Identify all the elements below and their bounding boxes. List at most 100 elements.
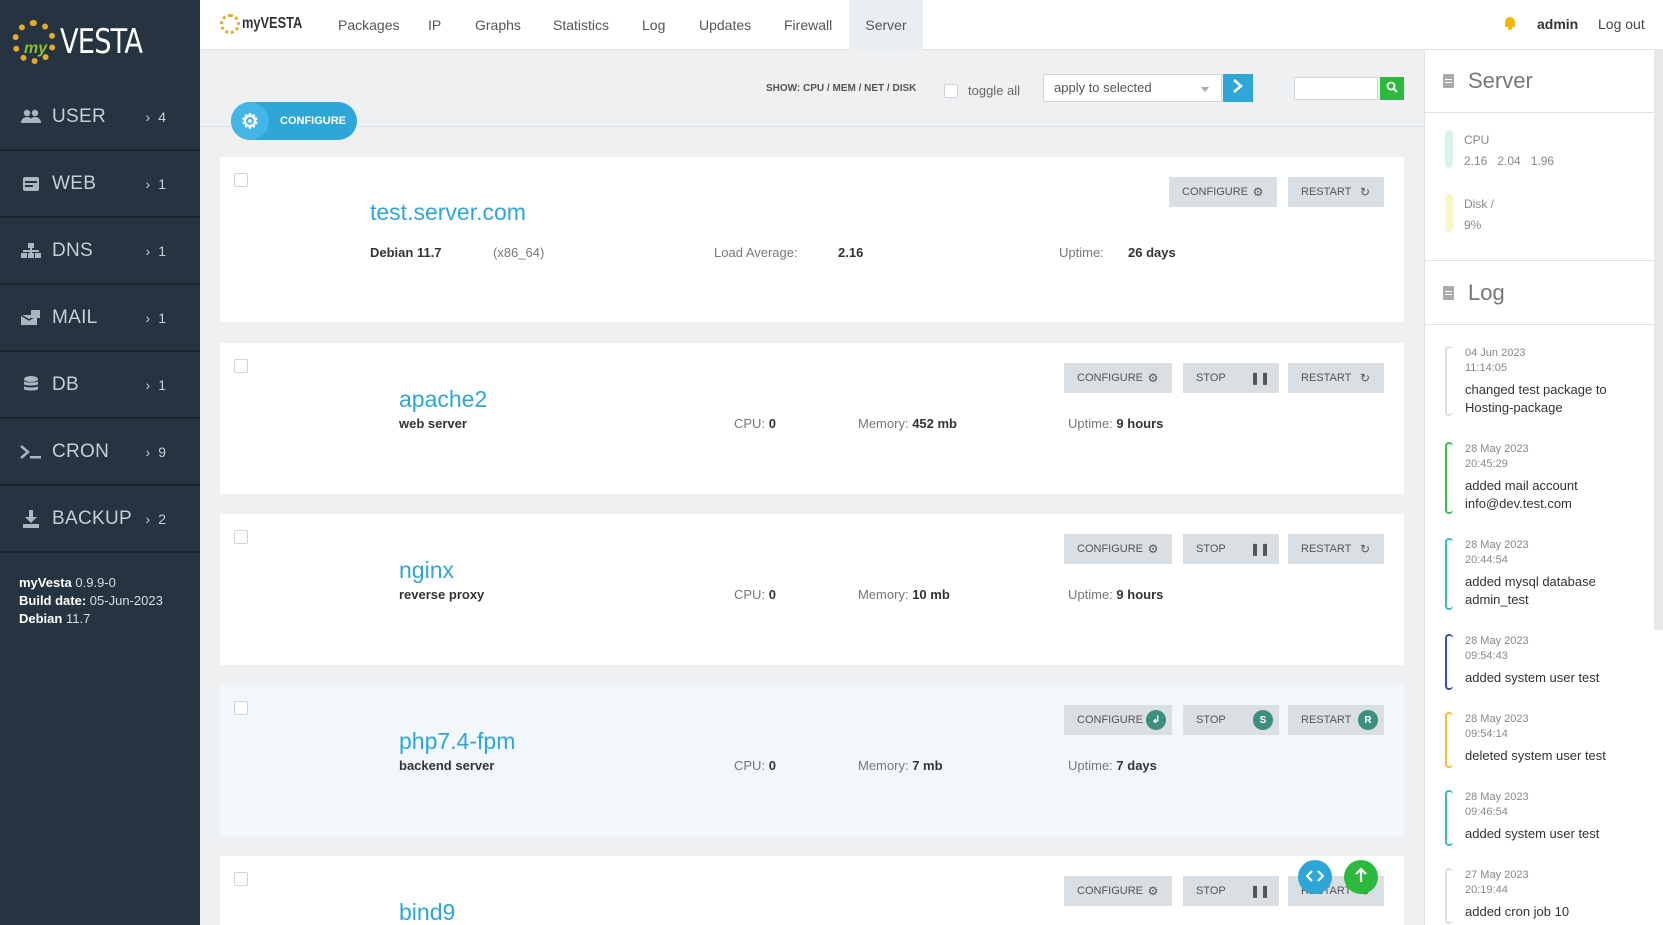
search-button[interactable] — [1380, 77, 1404, 100]
toggle-all-label: toggle all — [968, 83, 1021, 98]
log-entry: 04 Jun 2023 11:14:05 changed test packag… — [1445, 346, 1635, 417]
service-name[interactable]: apache2 — [399, 386, 487, 413]
logo-ring-icon — [220, 14, 240, 34]
log-text: changed test package to Hosting-package — [1465, 382, 1607, 415]
row-checkbox[interactable] — [234, 173, 248, 187]
restart-button[interactable]: RESTART R — [1288, 705, 1384, 735]
show-options[interactable]: SHOW: CPU / MEM / NET / DISK — [766, 83, 916, 94]
server-hostname[interactable]: test.server.com — [370, 199, 526, 226]
configure-button[interactable]: CONFIGURE ↲ — [1064, 705, 1172, 735]
restart-button[interactable]: RESTART ↻ — [1288, 177, 1384, 207]
right-panel: Server CPU 2.16 2.04 1.96 Disk / 9% Log … — [1424, 50, 1663, 925]
row-checkbox[interactable] — [234, 872, 248, 886]
log-text: added system user test — [1465, 670, 1600, 685]
user-name[interactable]: admin — [1537, 16, 1578, 32]
service-card-nginx: nginx reverse proxy CPU: 0 Memory: 10 mb… — [220, 514, 1404, 665]
log-text: added mail account info@dev.test.com — [1465, 478, 1578, 511]
row-checkbox[interactable] — [234, 701, 248, 715]
tab-statistics[interactable]: Statistics — [553, 0, 609, 50]
sidebar-item-web[interactable]: WEB 1 — [0, 151, 200, 218]
restart-button[interactable]: RESTART↻ — [1288, 534, 1384, 564]
right-panel-scrollbar[interactable] — [1654, 50, 1663, 630]
arrow-up-icon — [1354, 866, 1368, 888]
service-memory: Memory: 10 mb — [858, 587, 950, 602]
stop-button[interactable]: STOP S — [1183, 705, 1279, 735]
row-checkbox[interactable] — [234, 530, 248, 544]
divider — [1425, 260, 1655, 261]
service-desc: reverse proxy — [399, 587, 485, 602]
brand-logo[interactable]: my VESTA — [0, 0, 200, 84]
scroll-top-button[interactable] — [1344, 860, 1378, 894]
sidebar-label: DB — [52, 373, 79, 395]
log-date: 27 May 2023 — [1465, 869, 1529, 881]
document-icon — [1443, 286, 1454, 300]
sidebar-label: WEB — [52, 172, 97, 194]
top-logo[interactable]: myVESTA — [220, 14, 317, 34]
log-entry: 28 May 2023 20:45:29 added mail account … — [1445, 442, 1635, 514]
tab-firewall[interactable]: Firewall — [784, 0, 832, 50]
service-name[interactable]: bind9 — [399, 899, 455, 925]
configure-button[interactable]: CONFIGURE ⚙ — [1064, 876, 1172, 906]
bulk-action-select[interactable]: apply to selected — [1043, 74, 1222, 102]
gear-icon: ⚙ — [1147, 542, 1159, 556]
tab-packages[interactable]: Packages — [338, 0, 399, 50]
service-card-bind9: bind9 CONFIGURE⚙ STOP❚❚ RESTART↻ — [220, 856, 1404, 925]
service-name[interactable]: nginx — [399, 557, 454, 584]
divider — [1425, 324, 1655, 325]
bell-icon[interactable] — [1504, 16, 1516, 30]
toggle-all[interactable]: toggle all — [944, 83, 1020, 98]
sidebar-count: 2 — [146, 511, 166, 527]
tab-server[interactable]: Server — [849, 0, 923, 50]
tab-updates[interactable]: Updates — [699, 0, 751, 50]
pause-icon: ❚❚ — [1249, 371, 1271, 385]
tab-ip[interactable]: IP — [428, 0, 441, 50]
sidebar-item-mail[interactable]: MAIL 1 — [0, 285, 200, 352]
tab-log[interactable]: Log — [642, 0, 665, 50]
download-icon — [20, 509, 42, 528]
cpu-bar — [1445, 130, 1453, 168]
service-name[interactable]: php7.4-fpm — [399, 728, 515, 755]
configure-button[interactable]: CONFIGURE ⚙ — [1064, 534, 1172, 564]
configure-button[interactable]: CONFIGURE ⚙ — [1064, 363, 1172, 393]
log-date: 28 May 2023 — [1465, 539, 1529, 551]
sidebar-item-dns[interactable]: DNS 1 — [0, 218, 200, 285]
service-card-php-fpm: php7.4-fpm backend server CPU: 0 Memory:… — [220, 685, 1404, 836]
log-date: 04 Jun 2023 — [1465, 347, 1526, 359]
sidebar-item-backup[interactable]: BACKUP 2 — [0, 486, 200, 553]
dns-icon — [20, 242, 42, 260]
log-time: 09:54:14 — [1465, 728, 1508, 740]
sidebar-item-cron[interactable]: CRON 9 — [0, 419, 200, 486]
apply-button[interactable] — [1223, 74, 1253, 102]
pause-icon: ❚❚ — [1249, 542, 1271, 556]
log-time: 11:14:05 — [1465, 362, 1508, 374]
log-entry: 27 May 2023 20:19:44 added cron job 10 — [1445, 868, 1635, 924]
stop-button[interactable]: STOP ❚❚ — [1183, 363, 1279, 393]
sidebar-label: CRON — [52, 440, 110, 462]
log-entry: 28 May 2023 09:46:54 added system user t… — [1445, 790, 1635, 846]
row-checkbox[interactable] — [234, 359, 248, 373]
stop-button[interactable]: STOP ❚❚ — [1183, 534, 1279, 564]
log-marker — [1445, 868, 1453, 924]
gear-icon: ⚙ — [1147, 884, 1159, 898]
service-memory: Memory: 452 mb — [858, 416, 957, 431]
logout-link[interactable]: Log out — [1598, 16, 1645, 32]
refresh-icon: ↻ — [1359, 542, 1371, 556]
restart-button[interactable]: RESTART↻ — [1288, 363, 1384, 393]
configure-button[interactable]: CONFIGURE ⚙ — [1169, 177, 1277, 207]
tab-graphs[interactable]: Graphs — [475, 0, 521, 50]
service-uptime: Uptime: 7 days — [1068, 758, 1157, 773]
sidebar-count: 1 — [146, 243, 166, 259]
sidebar-item-db[interactable]: DB 1 — [0, 352, 200, 419]
configure-server-button[interactable]: ⚙ CONFIGURE — [231, 102, 357, 140]
top-nav: myVESTA Packages IP Graphs Statistics Lo… — [200, 0, 1663, 50]
sidebar-item-user[interactable]: USER 4 — [0, 84, 200, 151]
terminal-icon — [20, 443, 42, 461]
code-toggle-button[interactable] — [1298, 860, 1332, 894]
server-os: Debian 11.7 — [370, 245, 442, 260]
toggle-all-checkbox[interactable] — [944, 83, 958, 98]
search-input[interactable] — [1294, 77, 1378, 100]
stop-button[interactable]: STOP ❚❚ — [1183, 876, 1279, 906]
logo-text: VESTA — [60, 22, 143, 62]
service-cpu: CPU: 0 — [734, 416, 776, 431]
database-icon — [20, 375, 42, 394]
